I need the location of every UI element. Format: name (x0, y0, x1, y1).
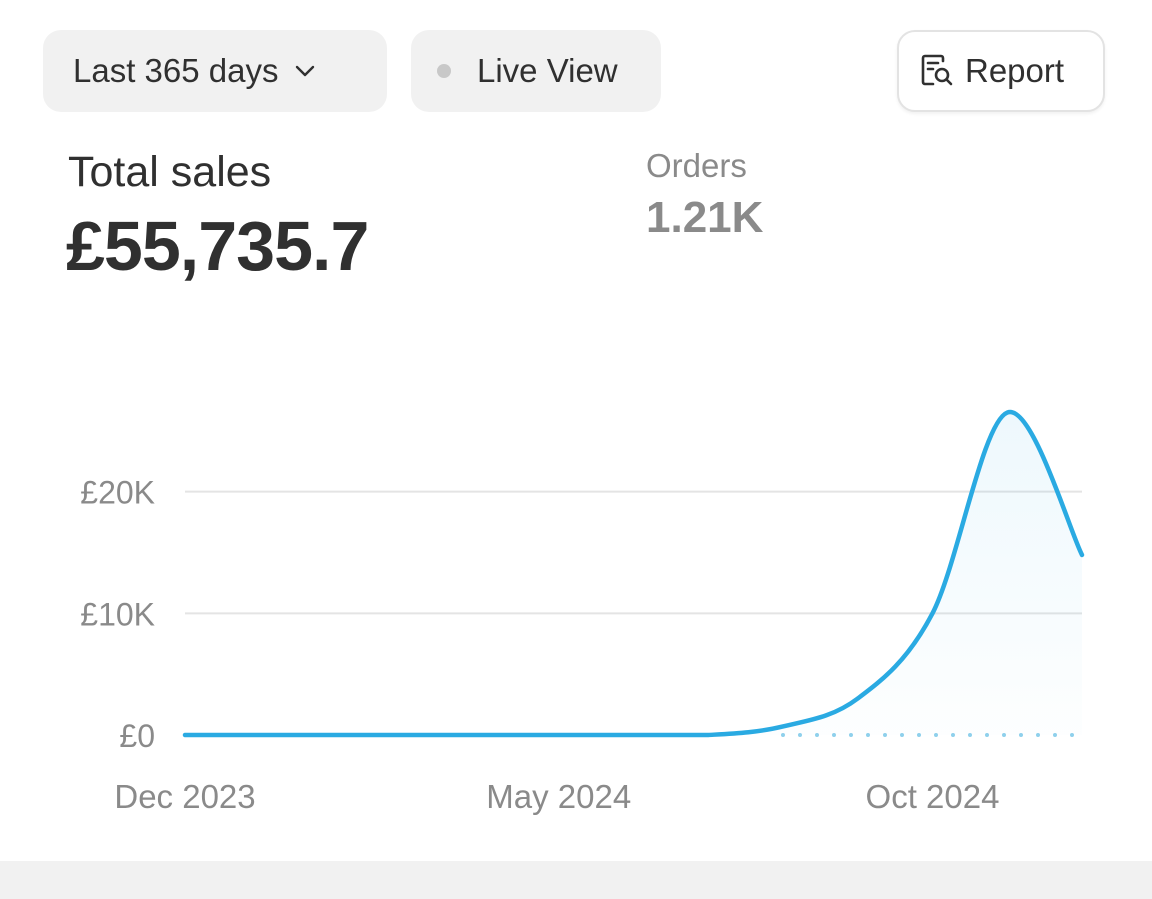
x-tick-label: May 2024 (486, 778, 631, 815)
status-dot-icon (437, 64, 451, 78)
data-point[interactable] (327, 727, 343, 743)
x-tick-label: Oct 2024 (866, 778, 1000, 815)
data-point[interactable] (925, 605, 941, 621)
x-tick-label: Dec 2023 (114, 778, 255, 815)
data-point[interactable] (401, 727, 417, 743)
live-view-label: Live View (477, 52, 618, 89)
data-point[interactable] (551, 727, 567, 743)
data-point[interactable] (700, 727, 716, 743)
data-point[interactable] (999, 405, 1015, 421)
orders-label[interactable]: Orders (646, 147, 747, 185)
chevron-down-icon (294, 64, 316, 78)
data-point[interactable] (252, 727, 268, 743)
date-range-selector[interactable]: Last 365 days (43, 30, 387, 112)
total-sales-label: Total sales (68, 148, 272, 196)
total-sales-value: £55,735.7 (66, 207, 369, 285)
live-view-button[interactable]: Live View (411, 30, 661, 112)
sales-chart[interactable]: £0 £10K £20K Dec 2023 May 2024 Oct 2024 (0, 330, 1152, 830)
data-point[interactable] (476, 727, 492, 743)
report-search-icon (919, 53, 955, 89)
data-point[interactable] (1074, 547, 1090, 563)
data-point[interactable] (850, 691, 866, 707)
data-point[interactable] (775, 718, 791, 734)
data-point[interactable] (626, 727, 642, 743)
date-range-label: Last 365 days (73, 52, 279, 89)
y-tick-label: £0 (119, 718, 155, 754)
y-tick-label: £20K (80, 475, 155, 511)
data-point[interactable] (177, 727, 193, 743)
report-button[interactable]: Report (897, 30, 1105, 112)
y-tick-label: £10K (80, 596, 155, 632)
footer-band (0, 861, 1152, 899)
orders-value: 1.21K (646, 193, 764, 242)
report-label: Report (965, 52, 1065, 89)
